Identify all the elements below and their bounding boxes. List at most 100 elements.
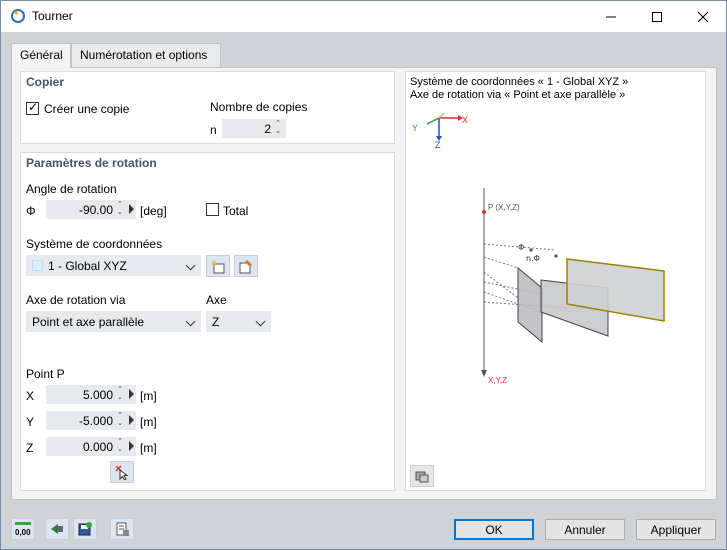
close-button[interactable] <box>680 1 726 32</box>
coord-system-select[interactable]: 1 - Global XYZ <box>26 255 201 276</box>
angle-label: Angle de rotation <box>26 182 117 196</box>
coord-system-label: Système de coordonnées <box>26 237 163 251</box>
save-settings-icon <box>78 522 92 536</box>
expand-arrow-icon[interactable] <box>129 441 134 451</box>
copy-count-value: 2 <box>264 122 271 136</box>
create-copy-label: Créer une copie <box>44 102 130 116</box>
point-p-caption: P (X,Y,Z) <box>488 203 520 212</box>
spin-arrows-icon[interactable]: ⌃ ⌄ <box>115 386 125 403</box>
spin-arrows-icon[interactable]: ⌃ ⌄ <box>115 412 125 429</box>
tab-general[interactable]: Général <box>11 43 71 68</box>
units-icon: 0,00 <box>15 522 31 537</box>
total-checkbox[interactable] <box>206 203 219 216</box>
axis-value: Z <box>212 315 220 329</box>
point-x-unit: [m] <box>140 389 157 403</box>
checkmark-icon: ✓ <box>28 100 39 114</box>
angle-value: -90.00 <box>78 203 113 217</box>
point-x-spinner[interactable]: 5.000 ⌃ ⌄ <box>46 385 136 404</box>
point-z-value: 0.000 <box>82 440 113 454</box>
nphi-caption: n.Φ <box>526 254 540 263</box>
pick-point-button[interactable] <box>110 461 134 483</box>
copy-count-label: Nombre de copies <box>210 100 308 114</box>
rotation-diagram: Y X Z P (X,Y,Z) X,Y,Z Φ n.Φ <box>412 112 665 385</box>
run-button[interactable] <box>45 518 69 540</box>
close-icon <box>698 11 708 22</box>
phi-label: Φ <box>26 204 36 218</box>
minimize-icon <box>606 16 616 17</box>
ok-button[interactable]: OK <box>454 519 534 540</box>
preview-options-button[interactable] <box>410 465 434 487</box>
original-plate <box>517 266 543 344</box>
cancel-button[interactable]: Annuler <box>545 519 625 540</box>
angle-marker-2 <box>554 254 558 258</box>
point-p-marker <box>482 210 486 214</box>
copy-group: Copier ✓ Créer une copie Nombre de copie… <box>20 71 395 144</box>
expand-arrow-icon[interactable] <box>129 389 134 399</box>
create-copy-checkbox[interactable]: ✓ <box>26 100 39 115</box>
dialog-window: Tourner Général Numérotation et options … <box>0 0 727 550</box>
chevron-down-icon <box>255 316 266 327</box>
point-y-unit: [m] <box>140 415 157 429</box>
copy-group-title: Copier <box>26 75 65 89</box>
axis-triad-icon: Y X Z <box>412 112 468 150</box>
minimize-button[interactable] <box>588 1 634 32</box>
rotation-group-title: Paramètres de rotation <box>26 156 157 170</box>
load-settings-icon <box>116 522 129 536</box>
spin-arrows-icon[interactable]: ⌃ ⌄ <box>115 201 125 218</box>
apply-button[interactable]: Appliquer <box>636 519 716 540</box>
save-settings-button[interactable] <box>73 518 97 540</box>
axis-y-letter: Y <box>412 123 418 133</box>
preview-panel: Système de coordonnées « 1 - Global XYZ … <box>405 71 706 491</box>
tab-numbering-options[interactable]: Numérotation et options <box>71 43 221 67</box>
edit-coord-system-icon <box>239 260 252 274</box>
axis-via-select[interactable]: Point et axe parallèle <box>26 311 201 332</box>
view-options-icon <box>415 471 429 483</box>
phi-caption: Φ <box>518 243 524 252</box>
angle-marker-1 <box>529 248 533 252</box>
axis-x-letter: X <box>462 115 468 125</box>
units-icon-text: 0,00 <box>15 528 31 537</box>
coord-system-swatch <box>32 260 43 271</box>
point-z-label: Z <box>26 441 34 455</box>
expand-arrow-icon[interactable] <box>129 415 134 425</box>
point-y-spinner[interactable]: -5.000 ⌃ ⌄ <box>46 411 136 430</box>
copy-n-label: n <box>210 123 217 137</box>
maximize-button[interactable] <box>634 1 680 32</box>
title-bar: Tourner <box>1 1 726 32</box>
units-button[interactable]: 0,00 <box>11 518 35 540</box>
axis-via-label: Axe de rotation via <box>26 293 126 307</box>
run-icon <box>51 524 63 534</box>
point-p-label: Point P <box>26 367 65 381</box>
coord-system-value: 1 - Global XYZ <box>48 259 127 273</box>
axis-label: Axe <box>206 293 227 307</box>
total-label: Total <box>223 204 249 218</box>
pick-cursor-icon <box>115 465 129 480</box>
point-z-spinner[interactable]: 0.000 ⌃ ⌄ <box>46 437 136 456</box>
new-coord-system-icon <box>211 260 225 274</box>
spin-arrows-icon[interactable]: ⌃ ⌄ <box>273 120 283 137</box>
point-x-value: 5.000 <box>82 388 113 402</box>
spin-arrows-icon[interactable]: ⌃ ⌄ <box>115 438 125 455</box>
edit-coord-system-button[interactable] <box>234 255 258 277</box>
axis-z-letter: Z <box>435 140 441 150</box>
load-settings-button[interactable] <box>110 518 134 540</box>
axis-arrow-icon <box>481 370 487 377</box>
point-x-label: X <box>26 389 35 403</box>
axis-select[interactable]: Z <box>206 311 271 332</box>
expand-arrow-icon[interactable] <box>129 204 134 214</box>
maximize-icon <box>652 11 662 22</box>
new-coord-system-button[interactable] <box>206 255 230 277</box>
chevron-down-icon <box>185 260 196 271</box>
window-title: Tourner <box>32 9 73 23</box>
bottom-axis-caption: X,Y,Z <box>488 376 507 385</box>
point-y-label: Y <box>26 415 35 429</box>
point-y-value: -5.000 <box>78 414 113 428</box>
rotation-params-group: Paramètres de rotation Angle de rotation… <box>20 152 395 491</box>
axis-via-value: Point et axe parallèle <box>32 315 145 329</box>
chevron-down-icon <box>185 316 196 327</box>
angle-unit: [deg] <box>140 204 167 218</box>
copy-count-spinner[interactable]: 2 ⌃ ⌄ <box>222 119 286 138</box>
point-z-unit: [m] <box>140 441 157 455</box>
rotate-tool-icon <box>11 9 25 23</box>
angle-spinner[interactable]: -90.00 ⌃ ⌄ <box>46 200 136 219</box>
